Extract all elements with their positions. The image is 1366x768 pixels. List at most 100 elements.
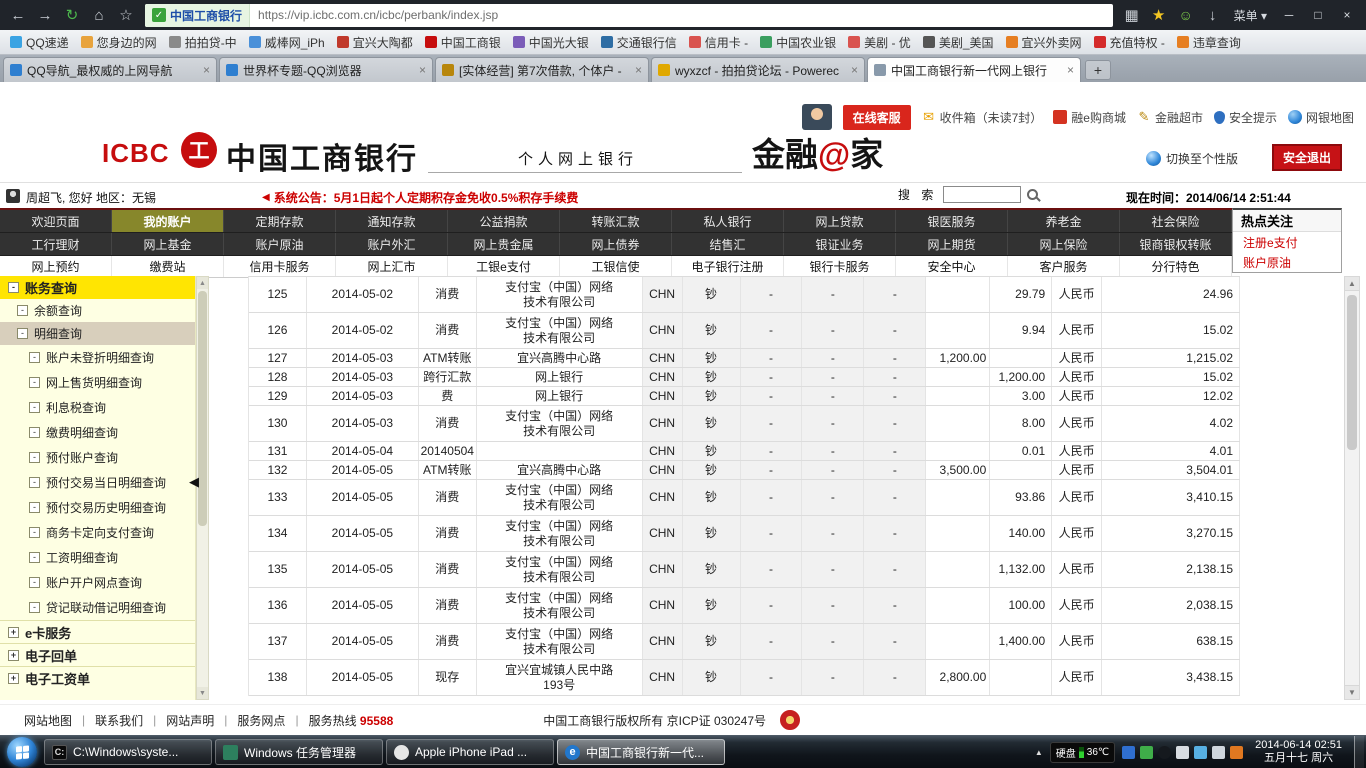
transaction-row[interactable]: 128 2014-05-03 跨行汇款 网上银行 CHN 钞 - - -1,200.00 人民币 1… xyxy=(249,368,1241,387)
sidebar-item[interactable]: - 网上售货明细查询 xyxy=(0,370,195,395)
browser-tab[interactable]: wyxzcf - 拍拍贷论坛 - Powerec × xyxy=(651,57,865,82)
sidebar-item[interactable]: + e卡服务 xyxy=(0,620,195,643)
nav-item[interactable]: 公益捐款 xyxy=(448,210,560,232)
volume-icon[interactable] xyxy=(1230,745,1244,759)
nav-item[interactable]: 网上保险 xyxy=(1008,233,1120,255)
transaction-row[interactable]: 125 2014-05-02 消费 支付宝（中国）网络技术有限公司 CHN 钞 - - -29.… xyxy=(249,277,1241,313)
sidebar-item[interactable]: - 工资明细查询 xyxy=(0,545,195,570)
ime-icon[interactable] xyxy=(1122,745,1136,759)
taskbar-button[interactable]: Apple iPhone iPad ... xyxy=(386,739,554,765)
maximize-button[interactable]: □ xyxy=(1305,4,1331,26)
sidebar-item[interactable]: - 余额查询 xyxy=(0,299,195,322)
favorite-star-icon[interactable]: ☆ xyxy=(114,3,138,27)
tab-close-icon[interactable]: × xyxy=(203,63,210,77)
sidebar-item[interactable]: + 电子回单 xyxy=(0,643,195,666)
sidebar-item[interactable]: - 预付交易当日明细查询 xyxy=(0,470,195,495)
sidebar-item[interactable]: - 账户未登折明细查询 xyxy=(0,345,195,370)
system-announcement[interactable]: ◀ 系统公告：5月1日起个人定期积存金免收0.5%积存手续费 xyxy=(262,189,578,206)
transaction-row[interactable]: 138 2014-05-05 现存 宜兴宜城镇人民中路193号 CHN 钞 - - -2,800… xyxy=(249,660,1241,696)
quicklink-cart[interactable]: 融e购商城 xyxy=(1053,109,1126,126)
nav-item[interactable]: 我的账户 xyxy=(112,210,224,232)
browser-tab[interactable]: 世界杯专题-QQ浏览器 × xyxy=(219,57,433,82)
back-button[interactable]: ← xyxy=(6,3,30,27)
tab-close-icon[interactable]: × xyxy=(419,63,426,77)
nav-item[interactable]: 银商银权转账 xyxy=(1120,233,1232,255)
bookmark-item[interactable]: 美剧 - 优 xyxy=(842,32,917,52)
sidebar-item[interactable]: - 贷记联动借记明细查询 xyxy=(0,595,195,620)
transaction-row[interactable]: 133 2014-05-05 消费 支付宝（中国）网络技术有限公司 CHN 钞 - - -93.… xyxy=(249,480,1241,516)
quicklink-mail[interactable]: ✉ 收件箱（未读7封） xyxy=(922,109,1042,126)
nav-item[interactable]: 结售汇 xyxy=(672,233,784,255)
download-manager-icon[interactable] xyxy=(1194,745,1208,759)
content-scrollbar[interactable]: ▲ ▼ xyxy=(1344,276,1360,700)
nav-item[interactable]: 网上预约 xyxy=(0,256,112,277)
bookmark-item[interactable]: 中国农业银 xyxy=(754,32,842,52)
bookmark-item[interactable]: 宜兴大陶都 xyxy=(331,32,419,52)
show-desktop-button[interactable] xyxy=(1354,735,1364,768)
home-button[interactable]: ⌂ xyxy=(87,3,111,27)
nav-item[interactable]: 养老金 xyxy=(1008,210,1120,232)
taskbar-button[interactable]: Windows 任务管理器 xyxy=(215,739,383,765)
sidebar-item[interactable]: - 预付账户查询 xyxy=(0,445,195,470)
tab-close-icon[interactable]: × xyxy=(1067,63,1074,77)
url-text[interactable]: https://vip.icbc.com.cn/icbc/perbank/ind… xyxy=(250,8,506,22)
bookmark-item[interactable]: 违章查询 xyxy=(1171,32,1247,52)
scrollbar-thumb[interactable] xyxy=(1347,295,1357,450)
bookmark-item[interactable]: 充值特权 - xyxy=(1088,32,1171,52)
nav-item[interactable]: 工行理财 xyxy=(0,233,112,255)
bookmark-item[interactable]: QQ速递 xyxy=(4,32,75,52)
qq-icon[interactable] xyxy=(1158,745,1172,759)
sidebar-collapse-icon[interactable]: ◀ xyxy=(189,474,199,490)
nav-item[interactable]: 银医服务 xyxy=(896,210,1008,232)
new-tab-button[interactable]: + xyxy=(1085,60,1111,80)
browser-menu-button[interactable]: 菜单 ▾ xyxy=(1234,7,1267,24)
transaction-row[interactable]: 132 2014-05-05 ATM转账 宜兴高腾中心路 CHN 钞 - - -3,500.00… xyxy=(249,461,1241,480)
footer-link[interactable]: 网站地图 xyxy=(14,712,82,729)
nav-item[interactable]: 网上贵金属 xyxy=(448,233,560,255)
nav-item[interactable]: 网上汇市 xyxy=(336,256,448,277)
sidebar-item[interactable]: - 明细查询 xyxy=(0,322,195,345)
scrollbar-thumb[interactable] xyxy=(198,291,207,526)
nav-item[interactable]: 信用卡服务 xyxy=(224,256,336,277)
nav-item[interactable]: 安全中心 xyxy=(896,256,1008,277)
taskbar-button[interactable]: e 中国工商银行新一代... xyxy=(557,739,725,765)
sidebar-item[interactable]: - 账务查询 xyxy=(0,276,195,299)
quicklink-globe[interactable]: 网银地图 xyxy=(1287,109,1354,126)
nav-item[interactable]: 工银信使 xyxy=(560,256,672,277)
bookmark-star-icon[interactable]: ★ xyxy=(1147,3,1171,27)
nav-item[interactable]: 网上债券 xyxy=(560,233,672,255)
start-button[interactable] xyxy=(7,737,37,767)
network-icon[interactable] xyxy=(1212,745,1226,759)
site-verify-badge[interactable]: ✓ 中国工商银行 xyxy=(145,3,251,27)
bookmark-item[interactable]: 美剧_美国 xyxy=(917,32,1000,52)
nav-item[interactable]: 网上贷款 xyxy=(784,210,896,232)
nav-item[interactable]: 网上期货 xyxy=(896,233,1008,255)
bookmark-item[interactable]: 信用卡 - xyxy=(683,32,754,52)
transaction-row[interactable]: 136 2014-05-05 消费 支付宝（中国）网络技术有限公司 CHN 钞 - - -100… xyxy=(249,588,1241,624)
nav-item[interactable]: 网上基金 xyxy=(112,233,224,255)
nav-item[interactable]: 银行卡服务 xyxy=(784,256,896,277)
bookmark-item[interactable]: 您身边的网 xyxy=(75,32,163,52)
taskbar-clock[interactable]: 2014-06-14 02:51 五月十七 周六 xyxy=(1255,739,1342,765)
security-icon[interactable] xyxy=(1140,745,1154,759)
sidebar-item[interactable]: + 电子工资单 xyxy=(0,666,195,689)
browser-tab[interactable]: [实体经营] 第7次借款, 个体户 - × xyxy=(435,57,649,82)
bookmark-item[interactable]: 拍拍贷-中 xyxy=(163,32,243,52)
tab-close-icon[interactable]: × xyxy=(851,63,858,77)
footer-link[interactable]: 联系我们 xyxy=(85,712,153,729)
nav-item[interactable]: 账户原油 xyxy=(224,233,336,255)
sidebar-item[interactable]: - 商务卡定向支付查询 xyxy=(0,520,195,545)
nav-item[interactable]: 欢迎页面 xyxy=(0,210,112,232)
transaction-row[interactable]: 127 2014-05-03 ATM转账 宜兴高腾中心路 CHN 钞 - - -1,200.00… xyxy=(249,349,1241,368)
transaction-row[interactable]: 131 2014-05-04 20140504 CHN 钞 - - -0.01 人民币 4.01 xyxy=(249,442,1241,461)
transaction-row[interactable]: 129 2014-05-03 费网上银行 CHN 钞 - - -3.00 人民币 12.02 xyxy=(249,387,1241,406)
address-bar[interactable]: ✓ 中国工商银行 https://vip.icbc.com.cn/icbc/pe… xyxy=(145,3,1113,27)
nav-item[interactable]: 缴费站 xyxy=(112,256,224,277)
scroll-down-icon[interactable]: ▼ xyxy=(1345,685,1359,699)
nav-item[interactable]: 客户服务 xyxy=(1008,256,1120,277)
tray-expand-icon[interactable]: ▲ xyxy=(1035,748,1043,757)
scroll-up-icon[interactable]: ▲ xyxy=(1345,277,1359,291)
hot-link[interactable]: 注册e支付 xyxy=(1233,232,1341,252)
refresh-button[interactable]: ↻ xyxy=(60,3,84,27)
bookmark-item[interactable]: 宜兴外卖网 xyxy=(1000,32,1088,52)
